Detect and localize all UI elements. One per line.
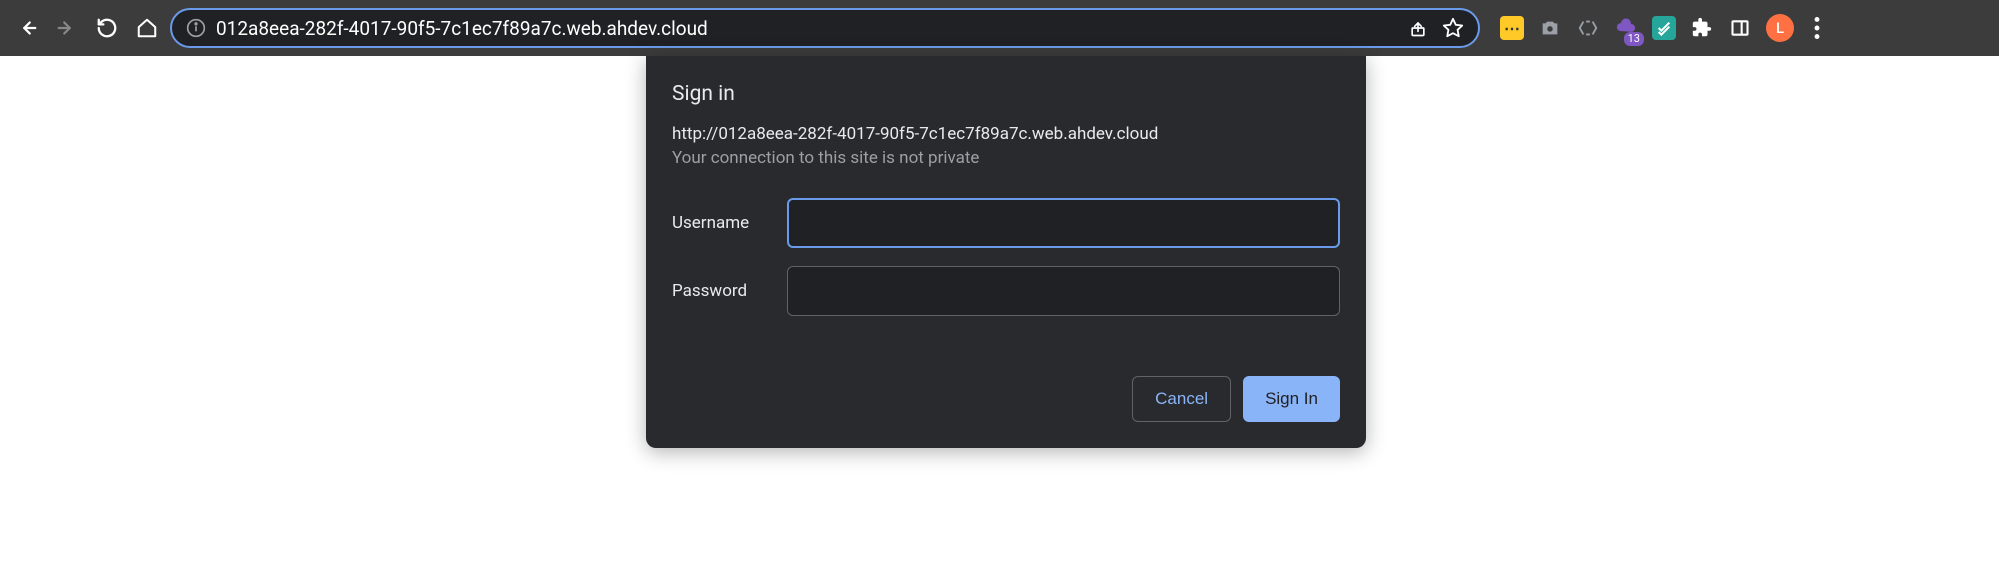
cancel-button[interactable]: Cancel	[1132, 376, 1231, 422]
extension-icon-1[interactable]: ⋯	[1500, 16, 1524, 40]
kebab-menu-icon[interactable]	[1808, 17, 1826, 39]
dialog-title: Sign in	[672, 82, 1340, 106]
password-row: Password	[672, 266, 1340, 316]
home-icon[interactable]	[132, 13, 162, 43]
profile-letter: L	[1776, 19, 1784, 37]
username-input[interactable]	[787, 198, 1340, 248]
extension-recycle-icon[interactable]	[1576, 16, 1600, 40]
username-label: Username	[672, 213, 787, 233]
address-text[interactable]: 012a8eea-282f-4017-90f5-7c1ec7f89a7c.web…	[216, 17, 1398, 40]
browser-toolbar: 012a8eea-282f-4017-90f5-7c1ec7f89a7c.web…	[0, 0, 1999, 56]
nav-buttons	[12, 13, 162, 43]
forward-icon[interactable]	[52, 13, 82, 43]
extension-badge: 13	[1624, 32, 1644, 46]
signin-button[interactable]: Sign In	[1243, 376, 1340, 422]
site-info-icon[interactable]	[186, 18, 206, 38]
username-row: Username	[672, 198, 1340, 248]
side-panel-icon[interactable]	[1728, 16, 1752, 40]
dialog-buttons: Cancel Sign In	[672, 376, 1340, 422]
extension-cloud-icon[interactable]: 13	[1614, 16, 1638, 40]
address-actions	[1408, 17, 1464, 39]
back-icon[interactable]	[12, 13, 42, 43]
extensions-puzzle-icon[interactable]	[1690, 16, 1714, 40]
extension-area: ⋯ 13 L	[1488, 14, 1826, 42]
dialog-warning: Your connection to this site is not priv…	[672, 148, 1340, 168]
password-label: Password	[672, 281, 787, 301]
auth-dialog: Sign in http://012a8eea-282f-4017-90f5-7…	[646, 56, 1366, 448]
address-bar[interactable]: 012a8eea-282f-4017-90f5-7c1ec7f89a7c.web…	[170, 8, 1480, 48]
reload-icon[interactable]	[92, 13, 122, 43]
profile-avatar[interactable]: L	[1766, 14, 1794, 42]
extension-icon-5[interactable]	[1652, 16, 1676, 40]
share-icon[interactable]	[1408, 18, 1428, 38]
page-content: Sign in http://012a8eea-282f-4017-90f5-7…	[0, 56, 1999, 577]
dialog-url: http://012a8eea-282f-4017-90f5-7c1ec7f89…	[672, 124, 1340, 144]
extension-camera-icon[interactable]	[1538, 16, 1562, 40]
password-input[interactable]	[787, 266, 1340, 316]
bookmark-star-icon[interactable]	[1442, 17, 1464, 39]
